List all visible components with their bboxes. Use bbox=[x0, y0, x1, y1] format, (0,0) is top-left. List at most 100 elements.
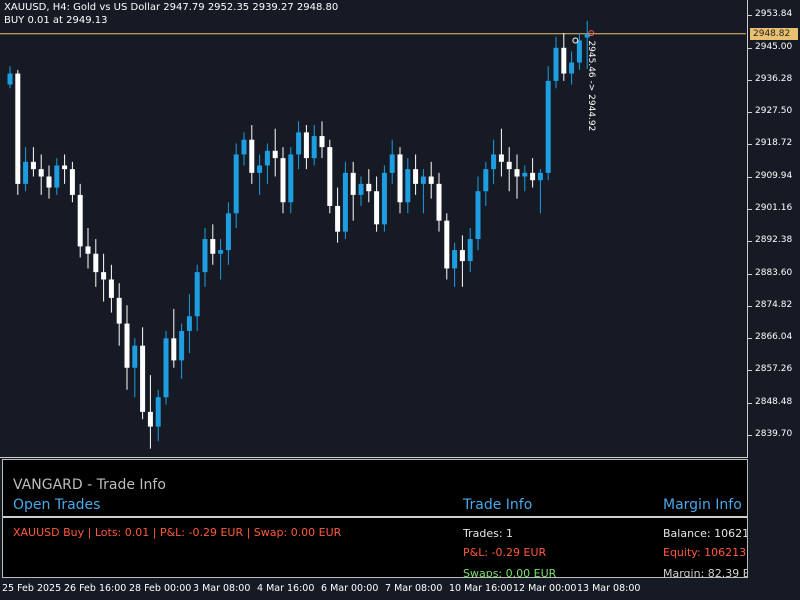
candle-body bbox=[62, 165, 68, 170]
candle-body bbox=[444, 220, 450, 269]
candle bbox=[46, 165, 52, 199]
candle-body bbox=[296, 132, 302, 155]
trade-info-panel: VANGARD - Trade Info Open Trades Trade I… bbox=[2, 459, 748, 578]
candle bbox=[85, 228, 91, 269]
price-chart[interactable]: 2945.46 -> 2944.92 XAUUSD, H4: Gold vs U… bbox=[0, 0, 748, 458]
candle bbox=[405, 158, 411, 214]
time-label: 7 Mar 08:00 bbox=[385, 583, 443, 594]
candle bbox=[311, 125, 317, 166]
candle bbox=[147, 375, 153, 449]
price-label: 2927.50 bbox=[755, 106, 793, 117]
candle bbox=[264, 143, 270, 184]
candle bbox=[319, 121, 325, 159]
price-label: 2866.04 bbox=[755, 332, 793, 343]
candle bbox=[327, 139, 333, 214]
candle bbox=[335, 187, 341, 243]
candle-body bbox=[428, 176, 434, 184]
candle-body bbox=[15, 73, 21, 184]
candle bbox=[15, 69, 21, 195]
candle bbox=[522, 165, 528, 192]
candle bbox=[561, 33, 567, 81]
price-label: 2883.60 bbox=[755, 267, 793, 278]
candle bbox=[249, 125, 255, 184]
candle-body bbox=[522, 172, 528, 177]
candle-body bbox=[576, 40, 582, 63]
candle-body bbox=[514, 169, 520, 177]
candle-body bbox=[38, 169, 44, 177]
candle-body bbox=[545, 80, 551, 173]
price-tick bbox=[748, 47, 752, 49]
candle-body bbox=[366, 183, 372, 192]
candle-body bbox=[335, 205, 341, 232]
open-trades-title: Open Trades bbox=[13, 497, 101, 513]
time-label: 26 Feb 16:00 bbox=[64, 583, 127, 594]
candle-body bbox=[397, 154, 403, 203]
candle-body bbox=[210, 239, 216, 254]
price-label: 2901.16 bbox=[755, 203, 793, 214]
price-label: 2918.72 bbox=[755, 138, 793, 149]
candle bbox=[569, 51, 575, 85]
candle-body bbox=[452, 250, 458, 269]
candle-body bbox=[374, 191, 380, 225]
price-tick bbox=[748, 15, 752, 17]
time-label: 13 Mar 08:00 bbox=[577, 583, 641, 594]
candle bbox=[381, 165, 387, 232]
candle bbox=[257, 154, 263, 195]
candle bbox=[280, 147, 286, 214]
candle-body bbox=[342, 172, 348, 232]
open-trade-row: XAUUSD Buy | Lots: 0.01 | P&L: -0.29 EUR… bbox=[13, 526, 342, 539]
candle bbox=[233, 143, 239, 228]
candle-body bbox=[506, 161, 512, 170]
trade-pnl: P&L: -0.29 EUR bbox=[463, 546, 547, 559]
candle-body bbox=[561, 47, 567, 74]
candle bbox=[350, 161, 356, 221]
candle bbox=[23, 147, 29, 192]
candle-body bbox=[257, 165, 263, 173]
candle-body bbox=[225, 213, 231, 251]
candle bbox=[530, 158, 536, 188]
price-label: 2848.48 bbox=[755, 396, 793, 407]
time-label: 6 Mar 00:00 bbox=[321, 583, 379, 594]
candle-body bbox=[280, 158, 286, 203]
candle bbox=[116, 283, 122, 346]
candle-body bbox=[108, 279, 114, 298]
price-tick bbox=[748, 435, 752, 437]
candle bbox=[358, 176, 364, 206]
candle bbox=[272, 128, 278, 177]
price-tick bbox=[748, 338, 752, 340]
candle bbox=[491, 139, 497, 184]
balance-value: Balance: 10621 bbox=[663, 527, 748, 540]
candle-body bbox=[405, 169, 411, 203]
candlestick-plot: 2945.46 -> 2944.92 bbox=[0, 20, 746, 449]
candle-body bbox=[85, 246, 91, 254]
candle-body bbox=[7, 73, 13, 85]
candle bbox=[374, 176, 380, 232]
price-axis: 2953.84 2945.00 2936.28 2927.50 2918.72 2909.… bbox=[748, 0, 800, 458]
candle bbox=[467, 228, 473, 273]
candle bbox=[553, 36, 559, 89]
candle-body bbox=[537, 172, 543, 181]
candle-body bbox=[498, 154, 504, 162]
candle-body bbox=[218, 250, 224, 254]
candle bbox=[303, 125, 309, 170]
candle bbox=[7, 66, 13, 89]
candle bbox=[366, 169, 372, 203]
price-tick bbox=[748, 209, 752, 211]
candle bbox=[93, 239, 99, 287]
price-tick bbox=[748, 305, 752, 307]
candle bbox=[389, 139, 395, 184]
candle bbox=[342, 161, 348, 240]
candle-body bbox=[288, 154, 294, 203]
candle bbox=[459, 235, 465, 287]
panel-divider bbox=[3, 516, 747, 518]
time-axis: 25 Feb 2025 26 Feb 16:00 28 Feb 00:00 3 Mar… bbox=[0, 578, 800, 600]
candle bbox=[124, 305, 130, 390]
candle-body bbox=[140, 345, 146, 412]
candle-body bbox=[155, 397, 161, 427]
candle-body bbox=[389, 154, 395, 173]
candle-body bbox=[77, 194, 83, 247]
time-label: 3 Mar 08:00 bbox=[193, 583, 251, 594]
candle-body bbox=[459, 250, 465, 262]
candle-body bbox=[483, 169, 489, 192]
candle-body bbox=[69, 169, 75, 195]
